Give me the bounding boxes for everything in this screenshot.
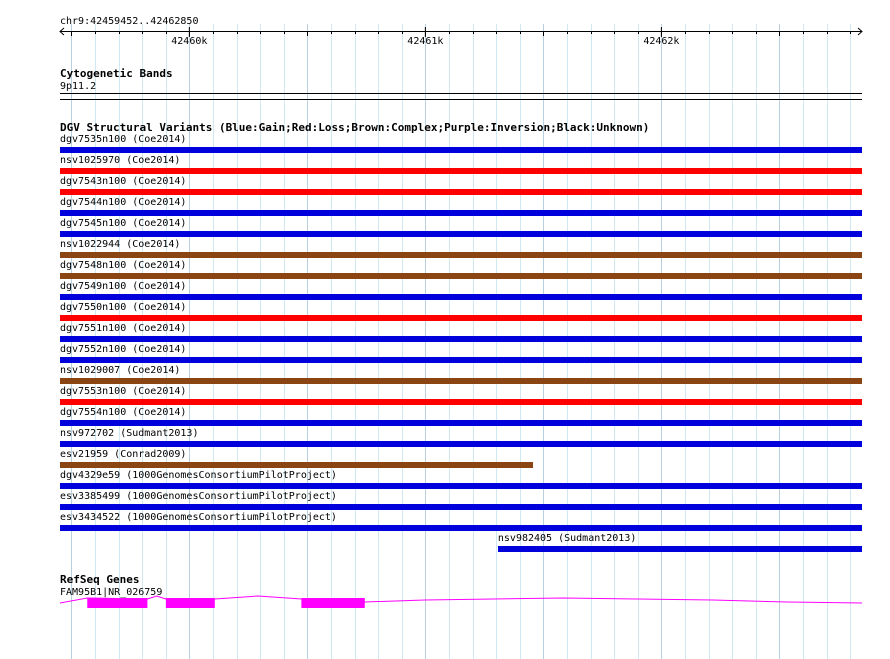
dgv-feature-label[interactable]: nsv1025970 (Coe2014) bbox=[60, 155, 180, 166]
ruler-tick-label: 42460k bbox=[171, 36, 207, 47]
dgv-feature-bar[interactable] bbox=[60, 294, 862, 300]
dgv-feature-label[interactable]: dgv7551n100 (Coe2014) bbox=[60, 323, 186, 334]
dgv-feature-bar[interactable] bbox=[60, 336, 862, 342]
dgv-feature-label[interactable]: nsv1029007 (Coe2014) bbox=[60, 365, 180, 376]
ruler-tick-label: 42461k bbox=[407, 36, 443, 47]
gene-exon[interactable] bbox=[165, 598, 215, 608]
dgv-feature-bar[interactable] bbox=[60, 420, 862, 426]
dgv-feature-bar[interactable] bbox=[60, 462, 534, 468]
cytoband-band-top bbox=[60, 93, 862, 94]
dgv-feature-bar[interactable] bbox=[60, 315, 862, 321]
dgv-feature-bar[interactable] bbox=[60, 399, 862, 405]
dgv-feature-bar[interactable] bbox=[497, 546, 862, 552]
dgv-feature-label[interactable]: esv3385499 (1000GenomesConsortiumPilotPr… bbox=[60, 491, 337, 502]
dgv-feature-bar[interactable] bbox=[60, 378, 862, 384]
dgv-feature-label[interactable]: dgv7545n100 (Coe2014) bbox=[60, 218, 186, 229]
ruler: 42460k 42461k 42462k bbox=[59, 27, 863, 47]
ruler-tick-label: 42462k bbox=[643, 36, 679, 47]
dgv-feature-label[interactable]: dgv7544n100 (Coe2014) bbox=[60, 197, 186, 208]
dgv-feature-bar[interactable] bbox=[60, 231, 862, 237]
dgv-feature-label[interactable]: dgv7553n100 (Coe2014) bbox=[60, 386, 186, 397]
dgv-feature-bar[interactable] bbox=[60, 168, 862, 174]
dgv-feature-bar[interactable] bbox=[60, 273, 862, 279]
dgv-feature-label[interactable]: dgv7535n100 (Coe2014) bbox=[60, 134, 186, 145]
dgv-feature-label[interactable]: esv21959 (Conrad2009) bbox=[60, 449, 186, 460]
cytoband-label[interactable]: 9p11.2 bbox=[60, 81, 96, 92]
cytoband-track-title[interactable]: Cytogenetic Bands bbox=[60, 68, 173, 79]
dgv-feature-bar[interactable] bbox=[60, 210, 862, 216]
dgv-feature-bar[interactable] bbox=[60, 252, 862, 258]
dgv-feature-label[interactable]: dgv7550n100 (Coe2014) bbox=[60, 302, 186, 313]
cytoband-band-bottom bbox=[60, 99, 862, 100]
dgv-feature-label[interactable]: nsv1022944 (Coe2014) bbox=[60, 239, 180, 250]
dgv-feature-label[interactable]: dgv7552n100 (Coe2014) bbox=[60, 344, 186, 355]
dgv-feature-label[interactable]: dgv7543n100 (Coe2014) bbox=[60, 176, 186, 187]
dgv-feature-bar[interactable] bbox=[60, 525, 862, 531]
dgv-feature-bar[interactable] bbox=[60, 357, 862, 363]
dgv-feature-label[interactable]: nsv982405 (Sudmant2013) bbox=[498, 533, 636, 544]
dgv-feature-label[interactable]: esv3434522 (1000GenomesConsortiumPilotPr… bbox=[60, 512, 337, 523]
dgv-track-title[interactable]: DGV Structural Variants (Blue:Gain;Red:L… bbox=[60, 122, 649, 133]
dgv-feature-bar[interactable] bbox=[60, 147, 862, 153]
dgv-feature-label[interactable]: dgv4329e59 (1000GenomesConsortiumPilotPr… bbox=[60, 470, 337, 481]
dgv-feature-label[interactable]: dgv7554n100 (Coe2014) bbox=[60, 407, 186, 418]
dgv-feature-bar[interactable] bbox=[60, 483, 862, 489]
dgv-feature-label[interactable]: nsv972702 (Sudmant2013) bbox=[60, 428, 198, 439]
dgv-feature-bar[interactable] bbox=[60, 189, 862, 195]
dgv-feature-bar[interactable] bbox=[60, 504, 862, 510]
dgv-feature-bar[interactable] bbox=[60, 441, 862, 447]
dgv-feature-label[interactable]: dgv7548n100 (Coe2014) bbox=[60, 260, 186, 271]
gene-exon[interactable] bbox=[301, 598, 365, 608]
gene-exon[interactable] bbox=[87, 598, 148, 608]
dgv-feature-label[interactable]: dgv7549n100 (Coe2014) bbox=[60, 281, 186, 292]
refseq-track-title[interactable]: RefSeq Genes bbox=[60, 574, 139, 585]
refseq-gene-model[interactable] bbox=[0, 592, 890, 616]
